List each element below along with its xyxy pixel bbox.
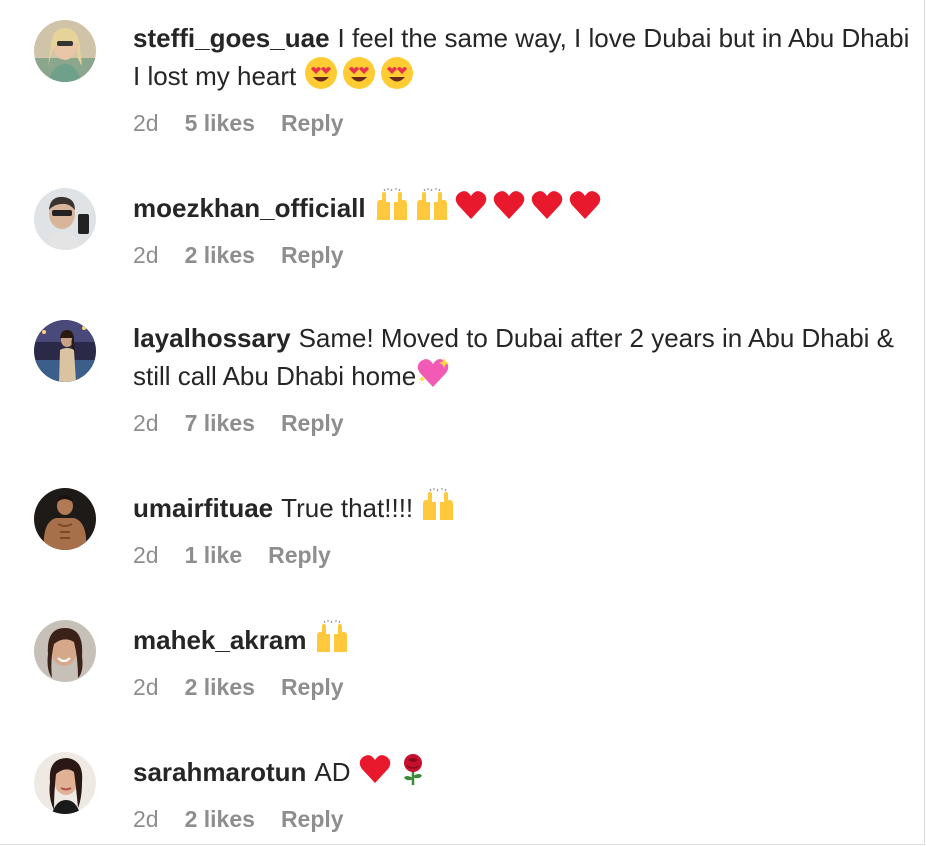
- comment-text: umairfituae True that!!!!: [133, 488, 913, 531]
- reply-button[interactable]: Reply: [281, 806, 344, 833]
- red-heart-emoji-icon: [358, 752, 392, 795]
- reply-button[interactable]: Reply: [268, 542, 331, 569]
- comment-meta: 2d 2 likes Reply: [133, 806, 344, 833]
- reply-button[interactable]: Reply: [281, 242, 344, 269]
- comment-meta: 2d 2 likes Reply: [133, 674, 344, 701]
- comment-meta: 2d 7 likes Reply: [133, 410, 344, 437]
- red-heart-emoji-icon: [568, 188, 602, 231]
- comment-username[interactable]: layalhossary: [133, 323, 291, 353]
- comment-time[interactable]: 2d: [133, 806, 159, 833]
- raised-hands-emoji-icon: [414, 188, 450, 231]
- comment-likes[interactable]: 2 likes: [185, 674, 255, 701]
- avatar[interactable]: [34, 620, 96, 682]
- red-heart-emoji-icon: [492, 188, 526, 231]
- avatar[interactable]: [34, 188, 96, 250]
- comment-time[interactable]: 2d: [133, 410, 159, 437]
- comment-text: moezkhan_officiall: [133, 188, 913, 231]
- comment-meta: 2d 5 likes Reply: [133, 110, 344, 137]
- comment-text: sarahmarotun AD: [133, 752, 913, 795]
- comment-likes[interactable]: 7 likes: [185, 410, 255, 437]
- comment-meta: 2d 2 likes Reply: [133, 242, 344, 269]
- comment-username[interactable]: umairfituae: [133, 493, 273, 523]
- reply-button[interactable]: Reply: [281, 674, 344, 701]
- heart-eyes-emoji-icon: [304, 56, 338, 99]
- sparkling-heart-emoji-icon: [416, 356, 450, 399]
- comment-text: steffi_goes_uae I feel the same way, I lo…: [133, 20, 913, 99]
- comment-body: AD: [314, 757, 351, 787]
- comment-time[interactable]: 2d: [133, 242, 159, 269]
- comment-time[interactable]: 2d: [133, 674, 159, 701]
- comment-username[interactable]: mahek_akram: [133, 625, 306, 655]
- avatar[interactable]: [34, 20, 96, 82]
- comment-likes[interactable]: 1 like: [185, 542, 243, 569]
- reply-button[interactable]: Reply: [281, 410, 344, 437]
- raised-hands-emoji-icon: [374, 188, 410, 231]
- heart-eyes-emoji-icon: [380, 56, 414, 99]
- comment-username[interactable]: moezkhan_officiall: [133, 193, 366, 223]
- comment-likes[interactable]: 2 likes: [185, 806, 255, 833]
- raised-hands-emoji-icon: [420, 488, 456, 531]
- comment-time[interactable]: 2d: [133, 110, 159, 137]
- rose-emoji-icon: [396, 752, 430, 795]
- comment-username[interactable]: steffi_goes_uae: [133, 23, 330, 53]
- heart-eyes-emoji-icon: [342, 56, 376, 99]
- comment-text: mahek_akram: [133, 620, 913, 663]
- reply-button[interactable]: Reply: [281, 110, 344, 137]
- comment-meta: 2d 1 like Reply: [133, 542, 331, 569]
- comment-body: True that!!!!: [281, 493, 414, 523]
- comment-likes[interactable]: 5 likes: [185, 110, 255, 137]
- comment-likes[interactable]: 2 likes: [185, 242, 255, 269]
- red-heart-emoji-icon: [454, 188, 488, 231]
- avatar[interactable]: [34, 752, 96, 814]
- comment-time[interactable]: 2d: [133, 542, 159, 569]
- red-heart-emoji-icon: [530, 188, 564, 231]
- avatar[interactable]: [34, 320, 96, 382]
- avatar[interactable]: [34, 488, 96, 550]
- raised-hands-emoji-icon: [314, 620, 350, 663]
- comment-text: layalhossary Same! Moved to Dubai after 2…: [133, 320, 913, 399]
- comment-username[interactable]: sarahmarotun: [133, 757, 306, 787]
